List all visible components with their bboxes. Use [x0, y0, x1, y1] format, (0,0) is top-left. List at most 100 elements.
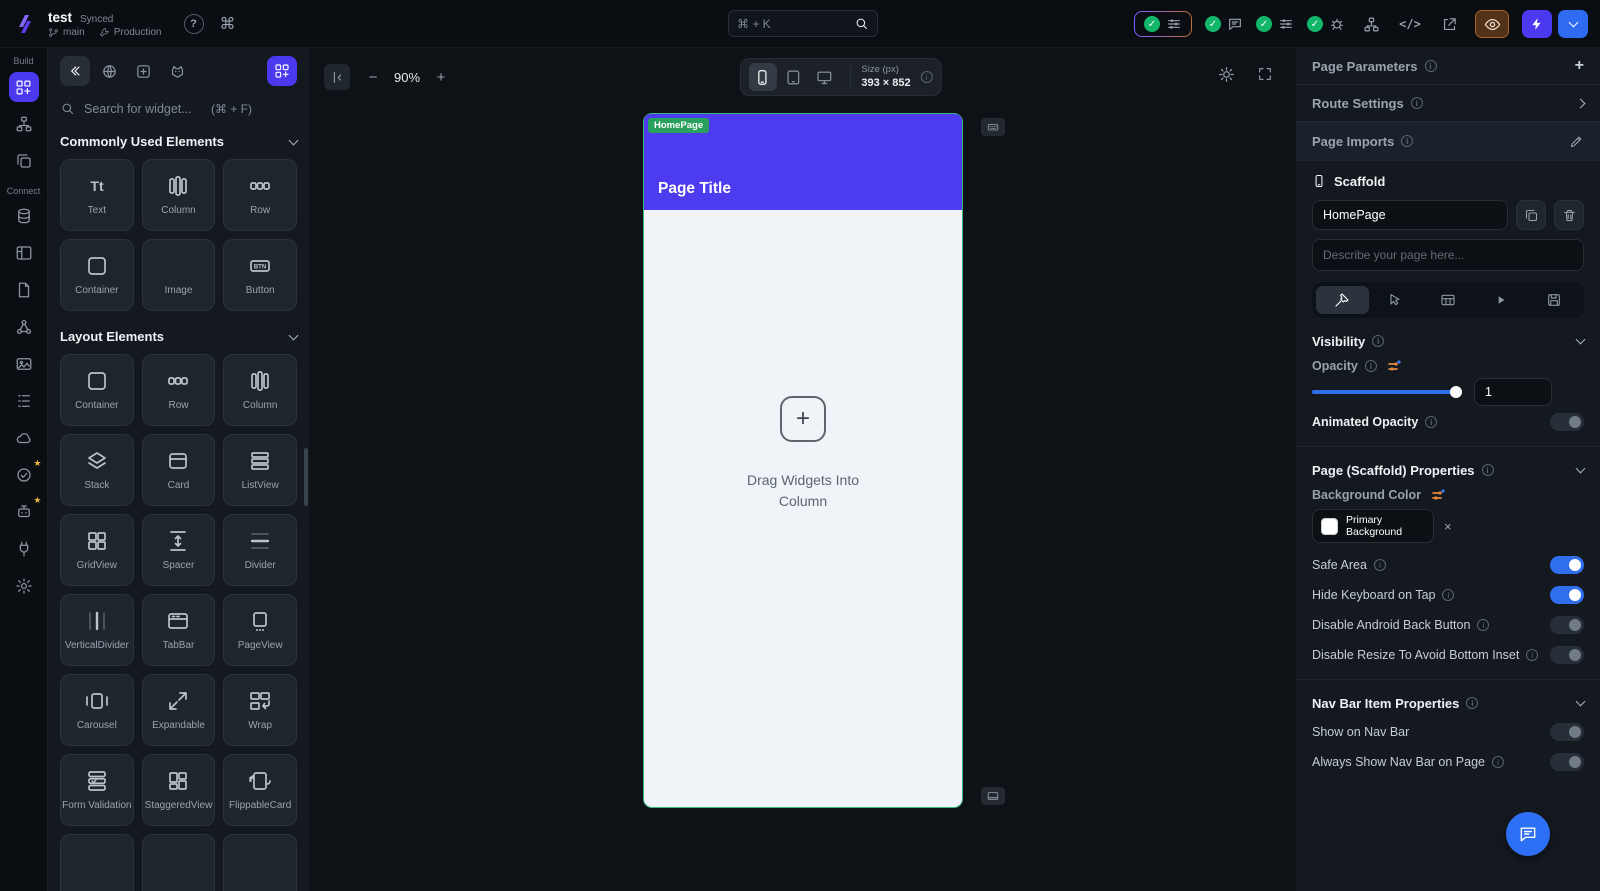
flutterflow-logo-icon[interactable] — [0, 12, 46, 36]
add-parameter-icon[interactable] — [1575, 57, 1584, 75]
widget-card-stack[interactable]: Stack — [60, 434, 134, 506]
documents-button[interactable] — [10, 276, 38, 304]
widget-panel-toggle-button[interactable] — [267, 56, 297, 86]
widget-card-formvalidation[interactable]: Form Validation — [60, 754, 134, 826]
widget-card-text[interactable]: Text — [60, 159, 134, 231]
widget-card-container[interactable]: Container — [60, 239, 134, 311]
data-tab[interactable] — [1422, 286, 1475, 314]
visibility-section-header[interactable]: Visibility — [1296, 328, 1600, 354]
widget-card-column[interactable]: Column — [141, 159, 216, 231]
storage-tab[interactable] — [1527, 286, 1580, 314]
phone-device-button[interactable] — [748, 63, 777, 91]
data-panels-button[interactable] — [10, 239, 38, 267]
app-validation-button[interactable] — [10, 461, 38, 489]
zoom-level[interactable]: 90% — [394, 70, 420, 85]
page-parameters-row[interactable]: Page Parameters — [1296, 48, 1600, 84]
interactions-tab[interactable] — [1369, 286, 1422, 314]
view-code-button[interactable] — [1397, 11, 1423, 37]
page-title-text[interactable]: Page Title — [658, 180, 731, 198]
widget-card-spacer[interactable]: Spacer — [141, 514, 216, 586]
set-from-variable-icon[interactable] — [1431, 488, 1445, 502]
widget-tree-shortcut-button[interactable] — [1358, 11, 1384, 37]
environment-name[interactable]: Production — [114, 27, 162, 38]
keyboard-overlay-toggle[interactable] — [981, 118, 1005, 136]
run-button[interactable] — [1522, 10, 1552, 38]
widget-card-row[interactable]: Row — [141, 354, 216, 426]
widget-card-verticaldivider[interactable]: VerticalDivider — [60, 594, 134, 666]
marketplace-tab[interactable] — [162, 56, 192, 86]
hide-keyboard-toggle[interactable] — [1550, 586, 1584, 604]
widget-card-divider[interactable]: Divider — [223, 514, 297, 586]
settings-button[interactable] — [10, 572, 38, 600]
integrations-button[interactable] — [10, 535, 38, 563]
widget-card-expandable[interactable]: Expandable — [141, 674, 216, 746]
widget-card-staggeredview[interactable]: StaggeredView — [141, 754, 216, 826]
check-badge-debug[interactable] — [1307, 16, 1345, 32]
widget-card-card[interactable]: Card — [141, 434, 216, 506]
opacity-slider[interactable] — [1312, 386, 1462, 398]
widget-card-button[interactable]: Button — [223, 239, 297, 311]
show-navbar-toggle[interactable] — [1550, 723, 1584, 741]
run-options-dropdown[interactable] — [1558, 10, 1588, 38]
section-commonly-used[interactable]: Commonly Used Elements — [60, 134, 299, 149]
safe-area-toggle[interactable] — [1550, 556, 1584, 574]
zoom-out-button[interactable] — [362, 66, 384, 88]
fit-canvas-button[interactable] — [1257, 66, 1273, 82]
database-button[interactable] — [10, 202, 38, 230]
widget-card-partial[interactable] — [60, 834, 134, 891]
desktop-device-button[interactable] — [810, 63, 838, 91]
collapse-canvas-toolbar-button[interactable] — [324, 64, 350, 90]
clear-color-icon[interactable] — [1444, 519, 1452, 534]
data-types-button[interactable] — [10, 313, 38, 341]
global-search-input[interactable] — [737, 16, 854, 31]
pencil-icon[interactable] — [1569, 134, 1584, 149]
disable-back-toggle[interactable] — [1550, 616, 1584, 634]
project-info[interactable]: test Synced main Production — [48, 10, 162, 38]
page-description-input[interactable] — [1312, 239, 1584, 271]
panel-scrollbar[interactable] — [304, 448, 308, 506]
export-button[interactable] — [1436, 11, 1462, 37]
pages-button[interactable] — [10, 147, 38, 175]
ui-builder-button[interactable] — [8, 72, 39, 102]
help-chat-button[interactable] — [1506, 812, 1550, 856]
page-imports-row[interactable]: Page Imports — [1296, 122, 1600, 160]
copy-page-name-button[interactable] — [1516, 200, 1546, 230]
check-badge-comments[interactable] — [1205, 16, 1243, 32]
widget-card-container[interactable]: Container — [60, 354, 134, 426]
widget-card-listview[interactable]: ListView — [223, 434, 297, 506]
properties-tab[interactable] — [1316, 286, 1369, 314]
widget-card-row[interactable]: Row — [223, 159, 297, 231]
widget-search-input[interactable] — [84, 101, 202, 116]
check-badge-tasks[interactable] — [1256, 16, 1294, 32]
widget-card-partial[interactable] — [223, 834, 297, 891]
scaffold-properties-header[interactable]: Page (Scaffold) Properties — [1296, 457, 1600, 483]
phone-preview-frame[interactable]: HomePage Page Title Drag Widgets Into Co… — [643, 113, 963, 808]
page-body-dropzone[interactable]: Drag Widgets Into Column — [644, 210, 962, 807]
zoom-in-button[interactable] — [430, 66, 452, 88]
widget-search[interactable]: (⌘ + F) — [60, 101, 297, 116]
widget-card-flippablecard[interactable]: FlippableCard — [223, 754, 297, 826]
command-palette-icon[interactable] — [220, 14, 236, 34]
actions-tab[interactable] — [1474, 286, 1527, 314]
background-color-chip[interactable]: Primary Background — [1312, 509, 1434, 543]
check-badge-settings[interactable] — [1134, 11, 1192, 37]
always-navbar-toggle[interactable] — [1550, 753, 1584, 771]
help-button[interactable] — [183, 13, 204, 34]
disable-resize-toggle[interactable] — [1550, 646, 1584, 664]
color-swatch[interactable] — [1321, 517, 1338, 535]
widget-card-image[interactable]: Image — [141, 239, 216, 311]
ai-agent-button[interactable] — [10, 498, 38, 526]
widget-card-partial[interactable] — [141, 834, 216, 891]
page-name-input[interactable] — [1312, 200, 1508, 230]
delete-page-button[interactable] — [1554, 200, 1584, 230]
preview-button[interactable] — [1475, 10, 1509, 38]
navbar-properties-header[interactable]: Nav Bar Item Properties — [1296, 690, 1600, 716]
appbar-preview[interactable]: HomePage Page Title — [644, 114, 962, 210]
widget-tree-button[interactable] — [10, 110, 38, 138]
animated-opacity-toggle[interactable] — [1550, 413, 1584, 431]
tablet-device-button[interactable] — [779, 63, 807, 91]
widget-card-carousel[interactable]: Carousel — [60, 674, 134, 746]
widget-card-wrap[interactable]: Wrap — [223, 674, 297, 746]
collapse-panel-tab[interactable] — [60, 56, 90, 86]
route-settings-row[interactable]: Route Settings — [1296, 85, 1600, 121]
